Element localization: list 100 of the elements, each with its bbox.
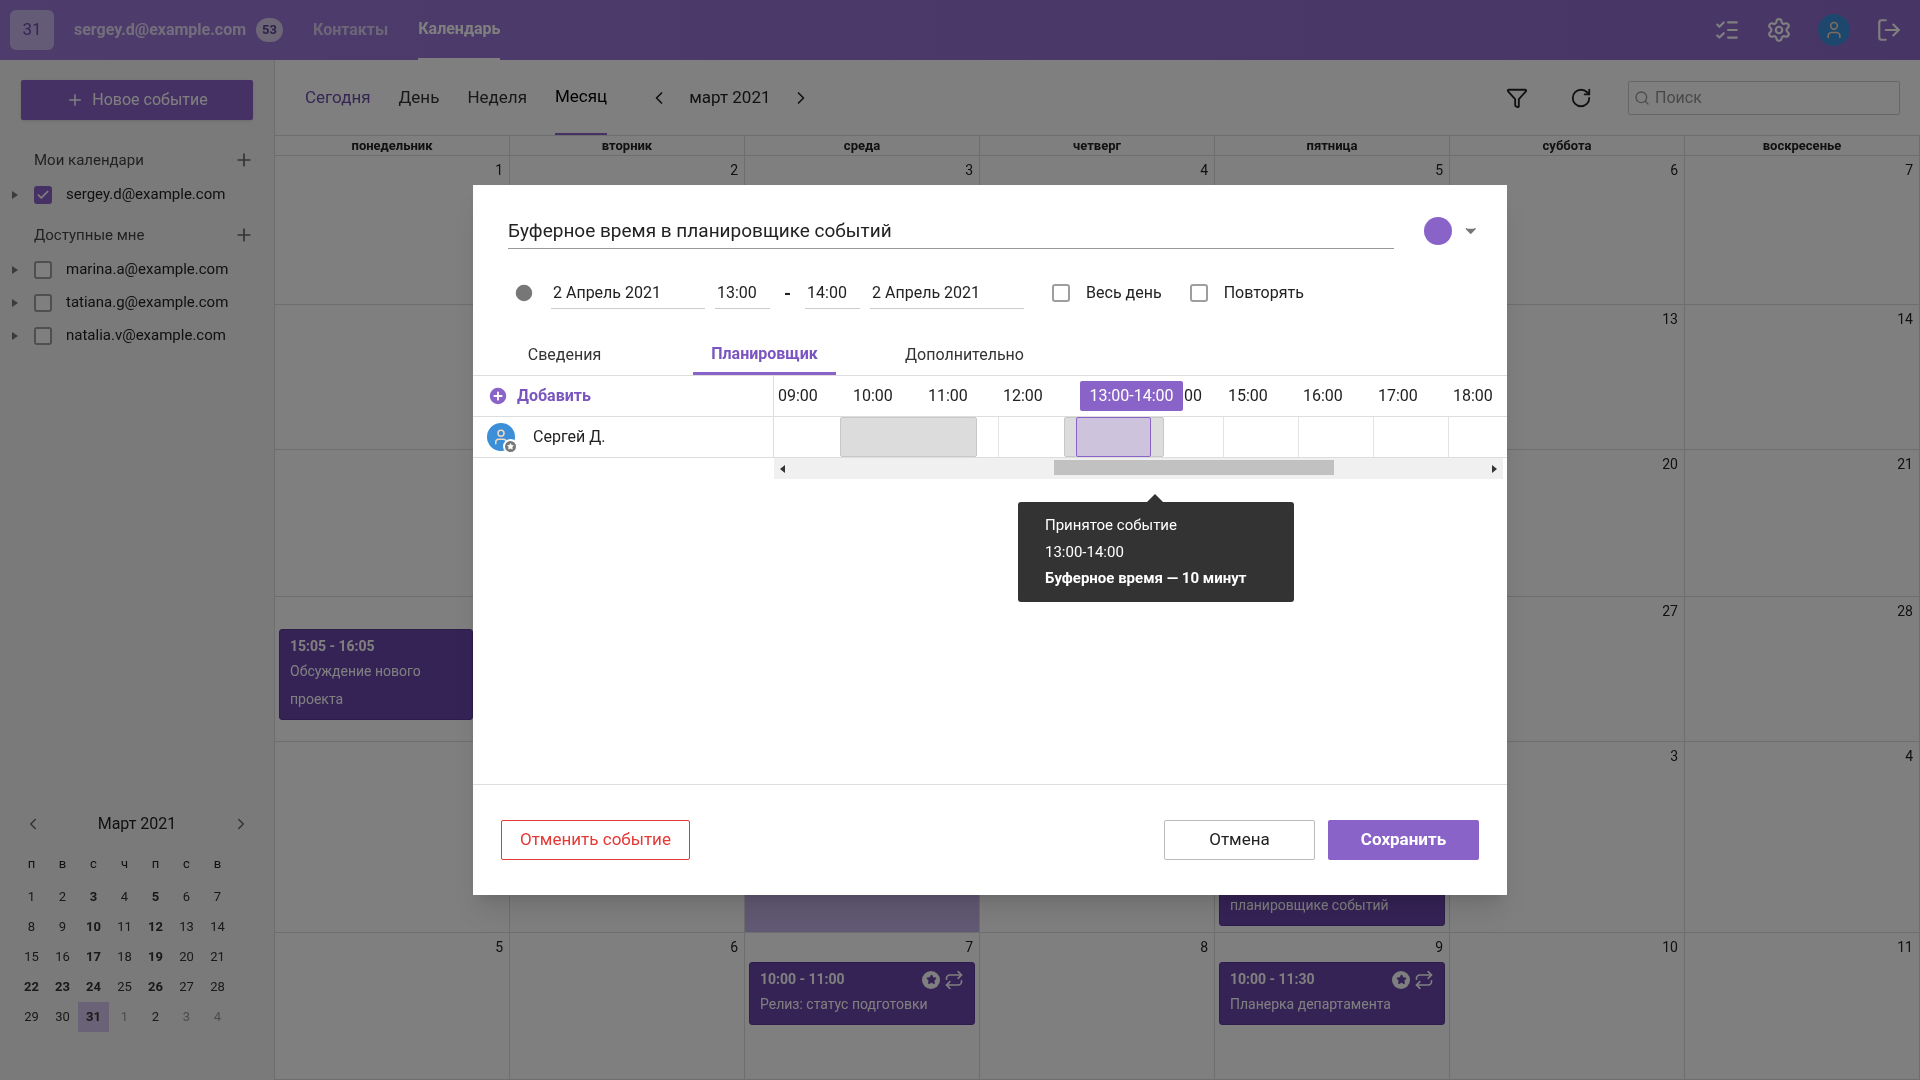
event-card[interactable]: 15:05 - 16:05 Обсуждение нового проекта <box>279 628 473 720</box>
calendar-checkbox[interactable] <box>34 326 52 345</box>
view-tab[interactable]: День <box>398 60 440 135</box>
mini-calendar-day[interactable]: 28 <box>202 972 233 1002</box>
filter-icon[interactable] <box>1506 86 1528 109</box>
mini-calendar-day[interactable]: 19 <box>140 942 171 972</box>
event-card[interactable]: 10:00 - 11:30 Планерка департамента <box>1219 962 1445 1026</box>
day-cell[interactable]: 7 10:00 - 11:00 Релиз: статус подготовки <box>745 933 980 1080</box>
calendar-name[interactable]: sergey.d@example.com <box>66 183 226 206</box>
day-cell[interactable]: 28 <box>1685 596 1920 743</box>
mini-calendar-day[interactable]: 30 <box>47 1002 78 1032</box>
expand-arrow-icon[interactable] <box>12 298 18 307</box>
today-button[interactable]: Сегодня <box>305 84 371 111</box>
mini-calendar-day[interactable]: 2 <box>47 882 78 912</box>
day-number: 6 <box>730 938 739 958</box>
color-swatch[interactable] <box>1424 217 1452 245</box>
mini-calendar-day[interactable]: 9 <box>47 912 78 942</box>
date-time-field[interactable]: 14:00 <box>805 277 861 309</box>
mini-calendar-day[interactable]: 8 <box>16 912 47 942</box>
day-cell[interactable]: 4 <box>1685 742 1920 934</box>
scroll-left-icon[interactable] <box>780 465 785 473</box>
day-number: 4 <box>1200 161 1209 180</box>
user-avatar[interactable] <box>1818 14 1850 46</box>
mini-calendar-day[interactable]: 5 <box>140 882 171 912</box>
mini-calendar-day[interactable]: 10 <box>78 912 109 942</box>
day-number: 27 <box>1662 601 1679 621</box>
expand-arrow-icon[interactable] <box>12 331 18 340</box>
expand-arrow-icon[interactable] <box>12 190 18 199</box>
weekday-label: п <box>26 855 37 874</box>
calendar-name[interactable]: marina.a@example.com <box>66 258 229 281</box>
mini-calendar-day[interactable]: 18 <box>109 942 140 972</box>
section-header: Мои календари <box>34 149 144 171</box>
dialog-tab[interactable]: Сведения <box>493 335 636 375</box>
day-cell[interactable]: 9 10:00 - 11:30 Планерка департамента <box>1215 933 1450 1080</box>
cancel-button[interactable]: Отмена <box>1164 820 1315 860</box>
day-cell[interactable]: 5 <box>275 933 510 1080</box>
title-field[interactable]: Буферное время в планировщике событий <box>508 213 1395 249</box>
hour-label: 18:00 <box>1452 385 1494 407</box>
scroll-right-icon[interactable] <box>1492 465 1497 473</box>
mini-calendar-day[interactable]: 7 <box>202 882 233 912</box>
mini-calendar-day[interactable]: 21 <box>202 942 233 972</box>
cancel-event-button[interactable]: Отменить событие <box>501 820 690 860</box>
weekday-label: в <box>212 855 223 874</box>
mini-calendar-day[interactable]: 4 <box>109 882 140 912</box>
calendar-name[interactable]: tatiana.g@example.com <box>66 291 229 314</box>
scrollbar-thumb[interactable] <box>1054 460 1334 475</box>
settings-icon[interactable] <box>1766 17 1792 43</box>
dialog-tab[interactable]: Дополнительно <box>893 335 1036 375</box>
mini-calendar-day[interactable]: 31 <box>78 1002 109 1032</box>
day-number: 14 <box>1897 309 1914 329</box>
calendar-checkbox[interactable] <box>34 260 52 279</box>
mini-calendar-day[interactable]: 14 <box>202 912 233 942</box>
day-cell[interactable]: 6 <box>510 933 745 1080</box>
day-cell[interactable]: 10 <box>1450 933 1685 1080</box>
mini-calendar-day[interactable]: 1 <box>16 882 47 912</box>
date-time-field[interactable]: 13:00 <box>715 277 770 309</box>
calendar-checkbox[interactable] <box>34 293 52 312</box>
mini-calendar-day[interactable]: 13 <box>171 912 202 942</box>
date-time-field[interactable]: 2 Апрель 2021 <box>551 277 705 309</box>
day-cell[interactable]: 11 <box>1685 933 1920 1080</box>
logout-icon[interactable] <box>1876 17 1902 43</box>
mini-calendar-day[interactable]: 15 <box>16 942 47 972</box>
refresh-icon[interactable] <box>1570 86 1592 109</box>
day-cell[interactable]: 7 <box>1685 156 1920 305</box>
mini-calendar-day[interactable]: 11 <box>109 912 140 942</box>
day-cell[interactable]: 8 <box>980 933 1215 1080</box>
expand-arrow-icon[interactable] <box>12 265 18 274</box>
view-tab[interactable]: Неделя <box>467 60 527 135</box>
mini-calendar-day[interactable]: 26 <box>140 972 171 1002</box>
selected-range-badge[interactable]: 13:00-14:00 <box>1080 381 1183 411</box>
mini-calendar-day[interactable]: 24 <box>78 972 109 1002</box>
mini-calendar-day[interactable]: 27 <box>171 972 202 1002</box>
mini-calendar-day[interactable]: 29 <box>16 1002 47 1032</box>
horizontal-scrollbar[interactable] <box>774 458 1503 479</box>
save-button[interactable]: Сохранить <box>1328 820 1479 860</box>
calendar-name[interactable]: natalia.v@example.com <box>66 324 226 347</box>
mini-calendar-day[interactable]: 12 <box>140 912 171 942</box>
nav-tab[interactable]: Календарь <box>418 0 501 60</box>
calendar-checkbox[interactable] <box>34 185 52 204</box>
new-event-button[interactable]: Новое событие <box>21 80 253 120</box>
mini-calendar-day[interactable]: 22 <box>16 972 47 1002</box>
mini-calendar-day[interactable]: 17 <box>78 942 109 972</box>
add-attendee-button[interactable]: Добавить <box>473 376 774 416</box>
view-tab[interactable]: Месяц <box>554 60 608 135</box>
option-checkbox[interactable] <box>1052 284 1071 302</box>
event-block[interactable] <box>1076 417 1151 457</box>
mini-calendar-day[interactable]: 20 <box>171 942 202 972</box>
mini-calendar-day[interactable]: 3 <box>78 882 109 912</box>
dialog-tab[interactable]: Планировщик <box>693 335 836 375</box>
mini-calendar-day[interactable]: 16 <box>47 942 78 972</box>
mini-calendar-day[interactable]: 25 <box>109 972 140 1002</box>
day-number: 5 <box>495 938 504 958</box>
day-cell[interactable]: 21 <box>1685 449 1920 597</box>
date-time-field[interactable]: 2 Апрель 2021 <box>870 277 1025 309</box>
option-checkbox[interactable] <box>1189 284 1208 302</box>
mini-calendar-day[interactable]: 23 <box>47 972 78 1002</box>
mini-calendar-day[interactable]: 6 <box>171 882 202 912</box>
day-cell[interactable]: 14 <box>1685 304 1920 450</box>
mini-calendar-day[interactable]: 2 <box>140 1002 171 1032</box>
event-card[interactable]: 10:00 - 11:00 Релиз: статус подготовки <box>749 962 975 1026</box>
